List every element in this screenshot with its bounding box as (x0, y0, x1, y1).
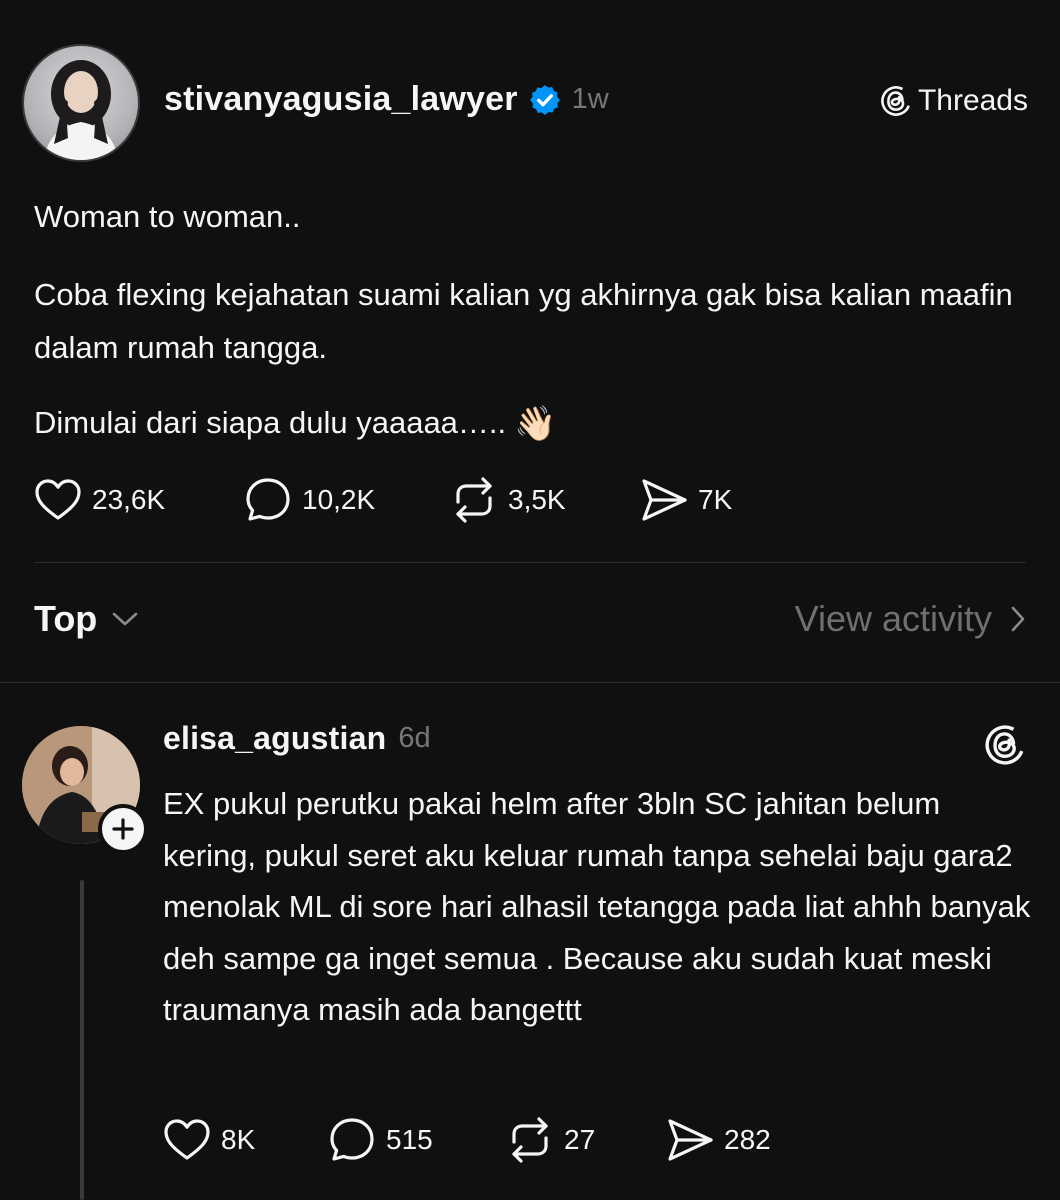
threads-brand-label: Threads (917, 84, 1028, 117)
post-timestamp: 1w (571, 83, 609, 115)
thread-line (80, 880, 84, 1200)
share-button[interactable]: 7K (640, 476, 732, 524)
repost-icon (456, 477, 492, 523)
comment-bubble-icon (330, 1118, 374, 1161)
reply-like-button[interactable]: 8K (163, 1116, 255, 1164)
reply-share-count: 282 (724, 1124, 771, 1155)
comment-bubble-icon (246, 478, 290, 521)
like-count: 23,6K (92, 484, 166, 515)
reply-reply-button[interactable]: 515 (328, 1116, 433, 1164)
reply-timestamp: 6d (398, 722, 431, 754)
post-paragraph-3-text: Dimulai dari siapa dulu yaaaaa….. (34, 405, 507, 440)
reply-count: 10,2K (302, 484, 376, 515)
view-activity-label: View activity (794, 598, 992, 639)
reply-reply-count: 515 (386, 1124, 433, 1155)
avatar-portrait (44, 60, 118, 160)
post-header: stivanyagusia_lawyer 1w (164, 80, 609, 119)
post-paragraph-1: Woman to woman.. (34, 199, 301, 234)
reply-button[interactable]: 10,2K (244, 476, 375, 524)
reply-repost-count: 27 (564, 1124, 596, 1155)
threads-logo-link[interactable] (984, 724, 1026, 771)
repost-count: 3,5K (508, 484, 566, 515)
author-username[interactable]: stivanyagusia_lawyer (164, 80, 518, 119)
sort-label: Top (34, 598, 98, 639)
threads-logo-icon (881, 86, 911, 116)
post-divider (34, 562, 1026, 563)
reply-like-count: 8K (221, 1124, 256, 1155)
post-paragraph-3: Dimulai dari siapa dulu yaaaaa….. 👋🏻 (34, 396, 1024, 451)
author-avatar[interactable] (22, 44, 140, 162)
chevron-right-icon (1011, 606, 1025, 632)
reply-share-button[interactable]: 282 (666, 1116, 771, 1164)
reply-repost-button[interactable]: 27 (506, 1116, 595, 1164)
repost-icon (512, 1117, 548, 1163)
follow-plus-button[interactable] (98, 804, 148, 854)
reply-username[interactable]: elisa_agustian (163, 720, 386, 757)
threads-logo-icon (985, 725, 1025, 765)
heart-icon (164, 1119, 210, 1160)
reply-header: elisa_agustian 6d (163, 720, 431, 757)
verified-badge-icon (529, 84, 560, 115)
send-icon (642, 479, 687, 521)
send-icon (668, 1119, 713, 1161)
plus-icon (112, 818, 134, 840)
chevron-down-icon (113, 612, 138, 626)
section-divider (0, 682, 1060, 683)
view-activity-link[interactable]: View activity (795, 598, 1026, 640)
reply-body: EX pukul perutku pakai helm after 3bln S… (163, 786, 1031, 1027)
post-paragraph-2: Coba flexing kejahatan suami kalian yg a… (34, 277, 1013, 365)
share-count: 7K (698, 484, 733, 515)
heart-icon (35, 479, 81, 520)
threads-brand[interactable]: Threads (880, 84, 1028, 118)
like-button[interactable]: 23,6K (34, 476, 165, 524)
waving-hand-emoji: 👋🏻 (514, 405, 557, 443)
sort-dropdown[interactable]: Top (34, 598, 139, 640)
repost-button[interactable]: 3,5K (450, 476, 566, 524)
